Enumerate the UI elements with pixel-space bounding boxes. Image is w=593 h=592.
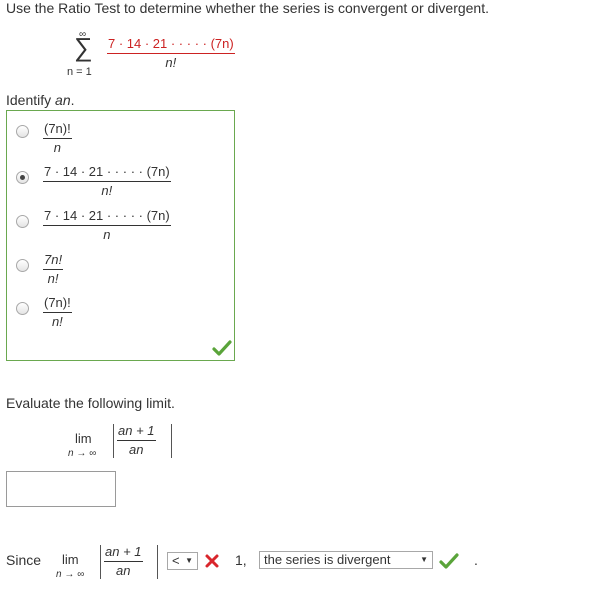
since-abs-bar-right [157,545,158,579]
sum-lower-limit: n = 1 [67,66,92,78]
since-abs-bar-left [100,545,101,579]
option-radio-2[interactable] [16,171,29,184]
option-fraction-1[interactable]: (7n)! n [43,121,72,156]
since-ratio-fraction: an + 1 an [104,544,143,578]
an-symbol: an [55,92,71,108]
comparison-select[interactable]: < ▼ [167,552,198,570]
abs-bar-right [171,424,172,458]
ratio-fraction: an + 1 an [117,423,156,457]
series-numerator: 7 · 14 · 21 · · · · · (7n) [107,36,235,54]
answer-choices: (7n)! n 7 · 14 · 21 · · · · · (7n) n! 7 … [6,110,235,361]
identify-label: Identify an. [6,92,75,108]
series-denominator: n! [165,55,177,70]
chevron-down-icon: ▼ [420,555,428,564]
x-icon [205,554,219,568]
check-icon [439,553,459,569]
series-expression: ∞ ∑ n = 1 7 · 14 · 21 · · · · · (7n) n! [60,28,280,80]
option-radio-5[interactable] [16,302,29,315]
option-fraction-5[interactable]: (7n)! n! [43,295,72,330]
series-term: 7 · 14 · 21 · · · · · (7n) n! [107,36,235,71]
one-text: 1, [235,552,247,568]
period-text: . [474,552,478,568]
chevron-down-icon: ▼ [185,556,193,565]
sum-symbol: ∑ [74,32,93,62]
limit-expression: lim n → ∞ an + 1 an [60,422,180,464]
since-lim-subscript: n → ∞ [56,569,85,580]
option-fraction-3[interactable]: 7 · 14 · 21 · · · · · (7n) n [43,208,171,243]
since-limit: lim n → ∞ an + 1 an [56,543,166,585]
evaluate-label: Evaluate the following limit. [6,395,175,411]
option-radio-1[interactable] [16,125,29,138]
option-radio-4[interactable] [16,259,29,272]
since-label: Since [6,552,42,568]
lim-text: lim [75,431,92,446]
conclusion-select[interactable]: the series is divergent ▼ [259,551,433,569]
limit-answer-input[interactable] [6,471,116,507]
since-lim-text: lim [62,552,79,567]
check-icon [212,340,232,356]
lim-subscript: n → ∞ [68,448,97,459]
option-radio-3[interactable] [16,215,29,228]
abs-bar-left [113,424,114,458]
option-fraction-4[interactable]: 7n! n! [43,252,64,287]
option-fraction-2[interactable]: 7 · 14 · 21 · · · · · (7n) n! [43,164,171,199]
question-prompt: Use the Ratio Test to determine whether … [6,0,489,16]
